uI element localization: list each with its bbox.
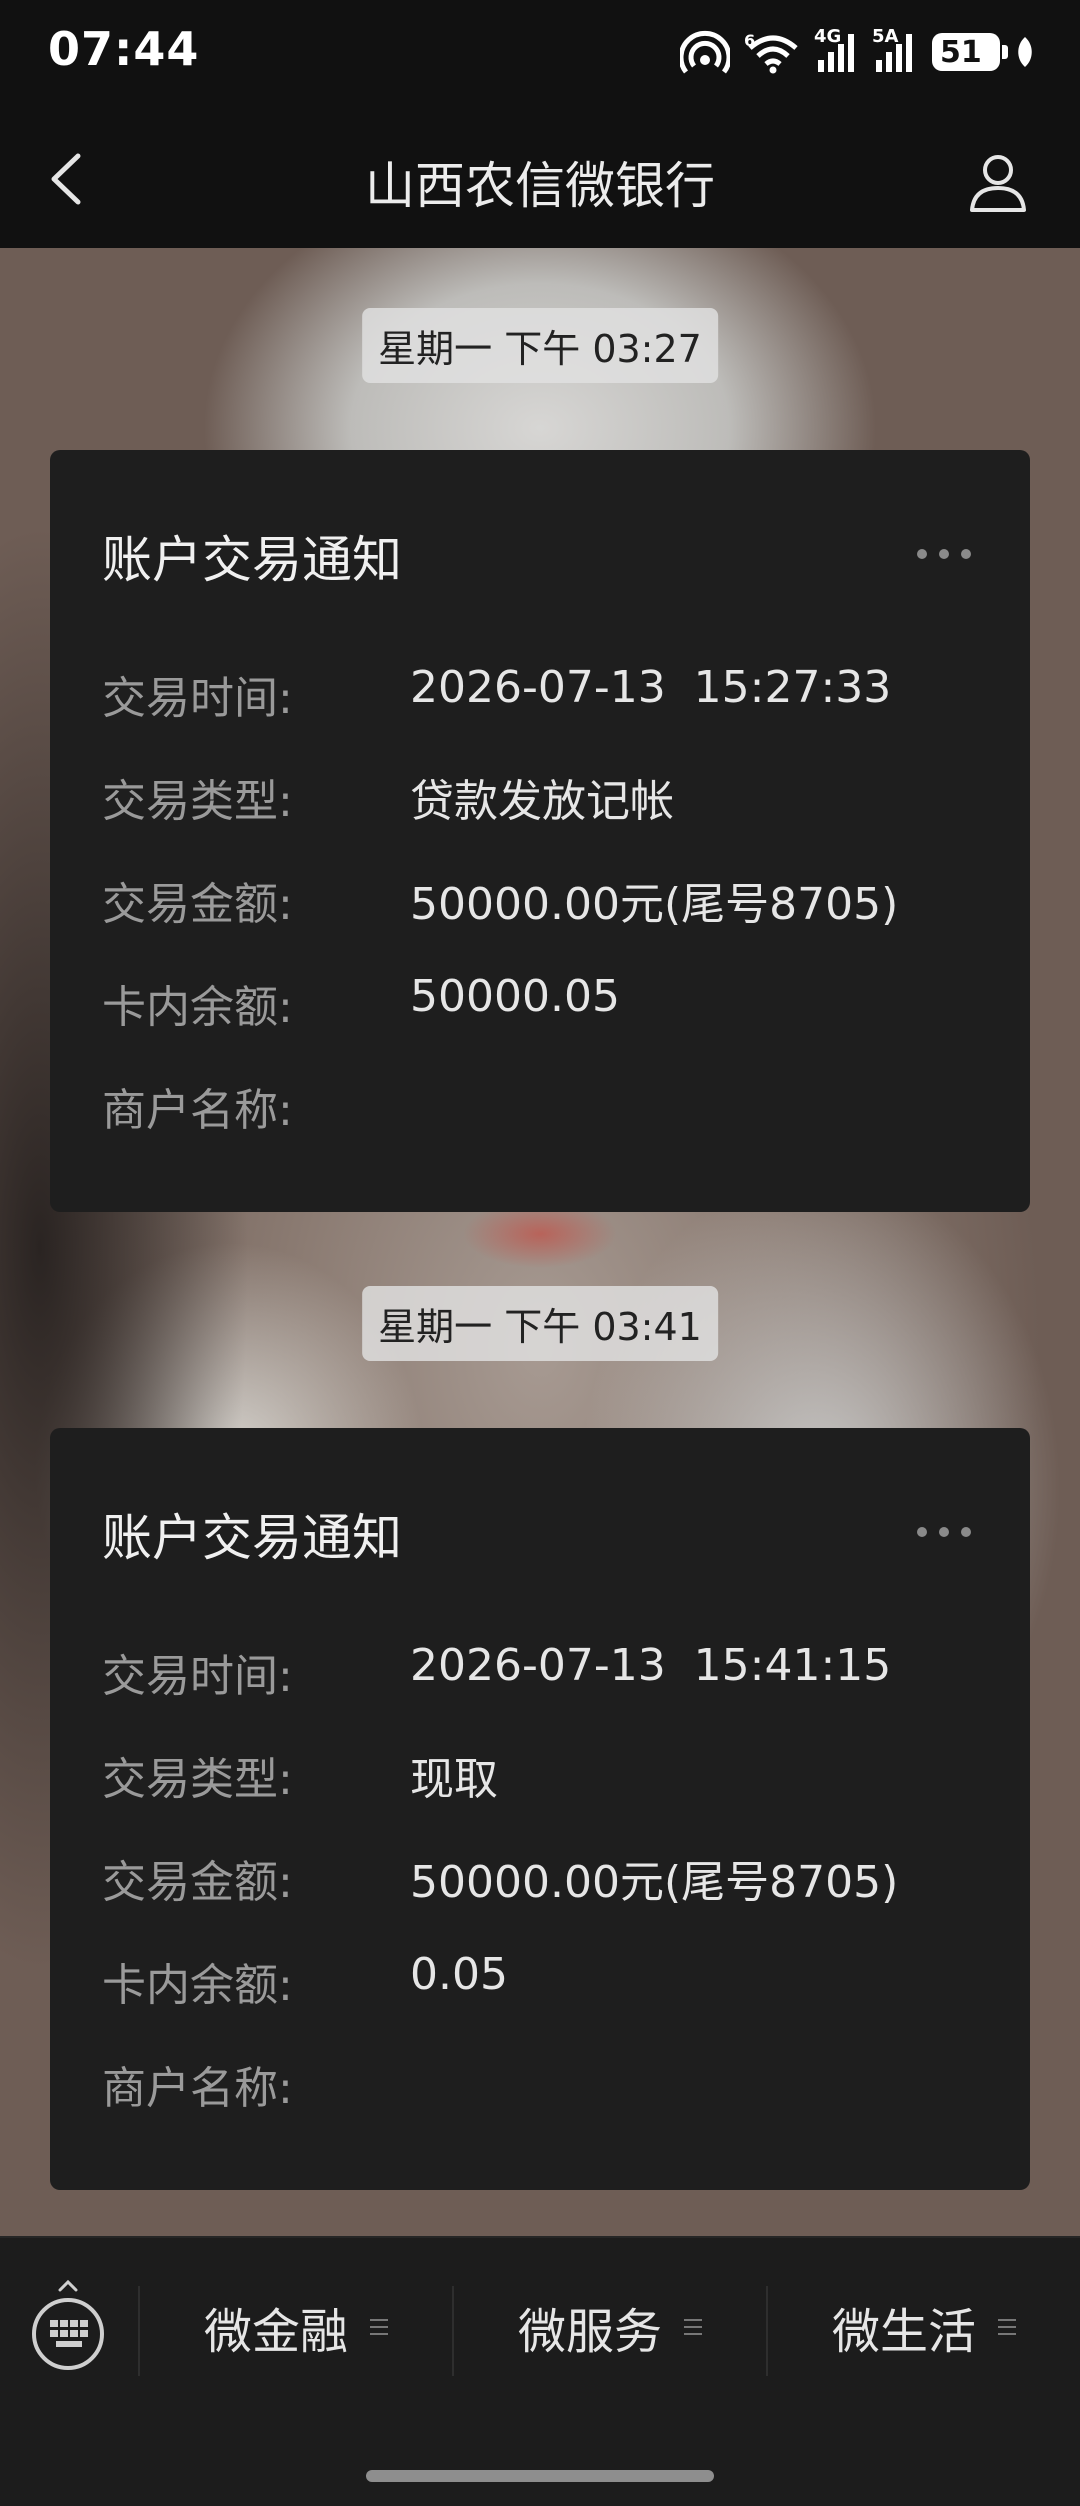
detail-row-amount: 交易金额: 50000.00元(尾号8705) bbox=[102, 868, 899, 930]
signal-4g: 4G bbox=[814, 26, 860, 72]
card-title: 账户交易通知 bbox=[102, 1509, 402, 1567]
status-icons: 6 4G 5A 51 bbox=[680, 26, 1036, 78]
detail-label: 交易金额: bbox=[102, 879, 293, 930]
detail-label: 交易时间: bbox=[102, 673, 293, 724]
detail-label: 卡内余额: bbox=[102, 982, 293, 1033]
wifi-icon: 6 bbox=[744, 31, 798, 74]
menu-weijinrong[interactable]: 微金融 bbox=[140, 2272, 452, 2382]
detail-row-type: 交易类型: 贷款发放记帐 bbox=[102, 765, 674, 827]
detail-row-balance: 卡内余额: 50000.05 bbox=[102, 971, 620, 1033]
menu-label: 微服务 bbox=[517, 2304, 662, 2360]
detail-label: 商户名称: bbox=[102, 1085, 293, 1136]
bottom-menu: 微金融 微服务 微生活 bbox=[0, 2236, 1080, 2506]
hotspot-icon bbox=[680, 30, 730, 74]
detail-row-merchant: 商户名称: bbox=[102, 2052, 410, 2114]
detail-label: 交易金额: bbox=[102, 1857, 293, 1908]
message-timestamp: 星期一 下午 03:41 bbox=[362, 1286, 718, 1361]
transaction-notice-card[interactable]: 账户交易通知 交易时间: 2026-07-13 15:41:15 交易类型: 现… bbox=[50, 1428, 1030, 2190]
detail-row-merchant: 商户名称: bbox=[102, 1074, 410, 1136]
status-bar: 07:44 6 4G 5A 51 bbox=[0, 0, 1080, 110]
detail-row-amount: 交易金额: 50000.00元(尾号8705) bbox=[102, 1846, 899, 1908]
detail-value: 50000.05 bbox=[410, 971, 620, 1022]
detail-label: 卡内余额: bbox=[102, 1960, 293, 2011]
menu-lines-icon bbox=[998, 2319, 1016, 2335]
detail-row-type: 交易类型: 现取 bbox=[102, 1743, 498, 1805]
nav-bar: 山西农信微银行 bbox=[0, 110, 1080, 248]
more-options-icon[interactable] bbox=[916, 548, 972, 560]
home-indicator[interactable] bbox=[366, 2470, 714, 2482]
network-label-5a: 5A bbox=[872, 26, 899, 47]
menu-label: 微金融 bbox=[203, 2304, 348, 2360]
detail-value: 贷款发放记帐 bbox=[410, 776, 674, 827]
card-title: 账户交易通知 bbox=[102, 531, 402, 589]
menu-weifuwu[interactable]: 微服务 bbox=[454, 2272, 766, 2382]
detail-label: 交易类型: bbox=[102, 776, 293, 827]
detail-value: 50000.00元(尾号8705) bbox=[410, 1857, 899, 1908]
detail-value: 现取 bbox=[410, 1754, 498, 1805]
signal-5a: 5A bbox=[872, 26, 918, 72]
detail-value: 2026-07-13 15:41:15 bbox=[410, 1640, 892, 1691]
battery-icon: 51 bbox=[932, 33, 1008, 71]
message-list[interactable]: 星期一 下午 03:27 账户交易通知 交易时间: 2026-07-13 15:… bbox=[0, 248, 1080, 2248]
detail-value: 50000.00元(尾号8705) bbox=[410, 879, 899, 930]
detail-label: 交易类型: bbox=[102, 1754, 293, 1805]
status-time: 07:44 bbox=[48, 22, 200, 76]
leaf-icon bbox=[1018, 37, 1032, 67]
detail-value: 2026-07-13 15:27:33 bbox=[410, 662, 892, 713]
detail-row-time: 交易时间: 2026-07-13 15:41:15 bbox=[102, 1640, 892, 1702]
battery-level: 51 bbox=[940, 34, 982, 70]
detail-label: 交易时间: bbox=[102, 1651, 293, 1702]
detail-row-balance: 卡内余额: 0.05 bbox=[102, 1949, 508, 2011]
message-timestamp: 星期一 下午 03:27 bbox=[362, 308, 718, 383]
detail-label: 商户名称: bbox=[102, 2063, 293, 2114]
menu-label: 微生活 bbox=[831, 2304, 976, 2360]
keyboard-icon[interactable] bbox=[26, 2278, 110, 2378]
detail-value: 0.05 bbox=[410, 1949, 508, 2000]
menu-lines-icon bbox=[684, 2319, 702, 2335]
page-title: 山西农信微银行 bbox=[365, 157, 715, 215]
person-icon[interactable] bbox=[966, 150, 1030, 214]
transaction-notice-card[interactable]: 账户交易通知 交易时间: 2026-07-13 15:27:33 交易类型: 贷… bbox=[50, 450, 1030, 1212]
detail-row-time: 交易时间: 2026-07-13 15:27:33 bbox=[102, 662, 892, 724]
menu-weishenghuo[interactable]: 微生活 bbox=[768, 2272, 1080, 2382]
menu-lines-icon bbox=[370, 2319, 388, 2335]
network-label-4g: 4G bbox=[814, 26, 842, 47]
more-options-icon[interactable] bbox=[916, 1526, 972, 1538]
